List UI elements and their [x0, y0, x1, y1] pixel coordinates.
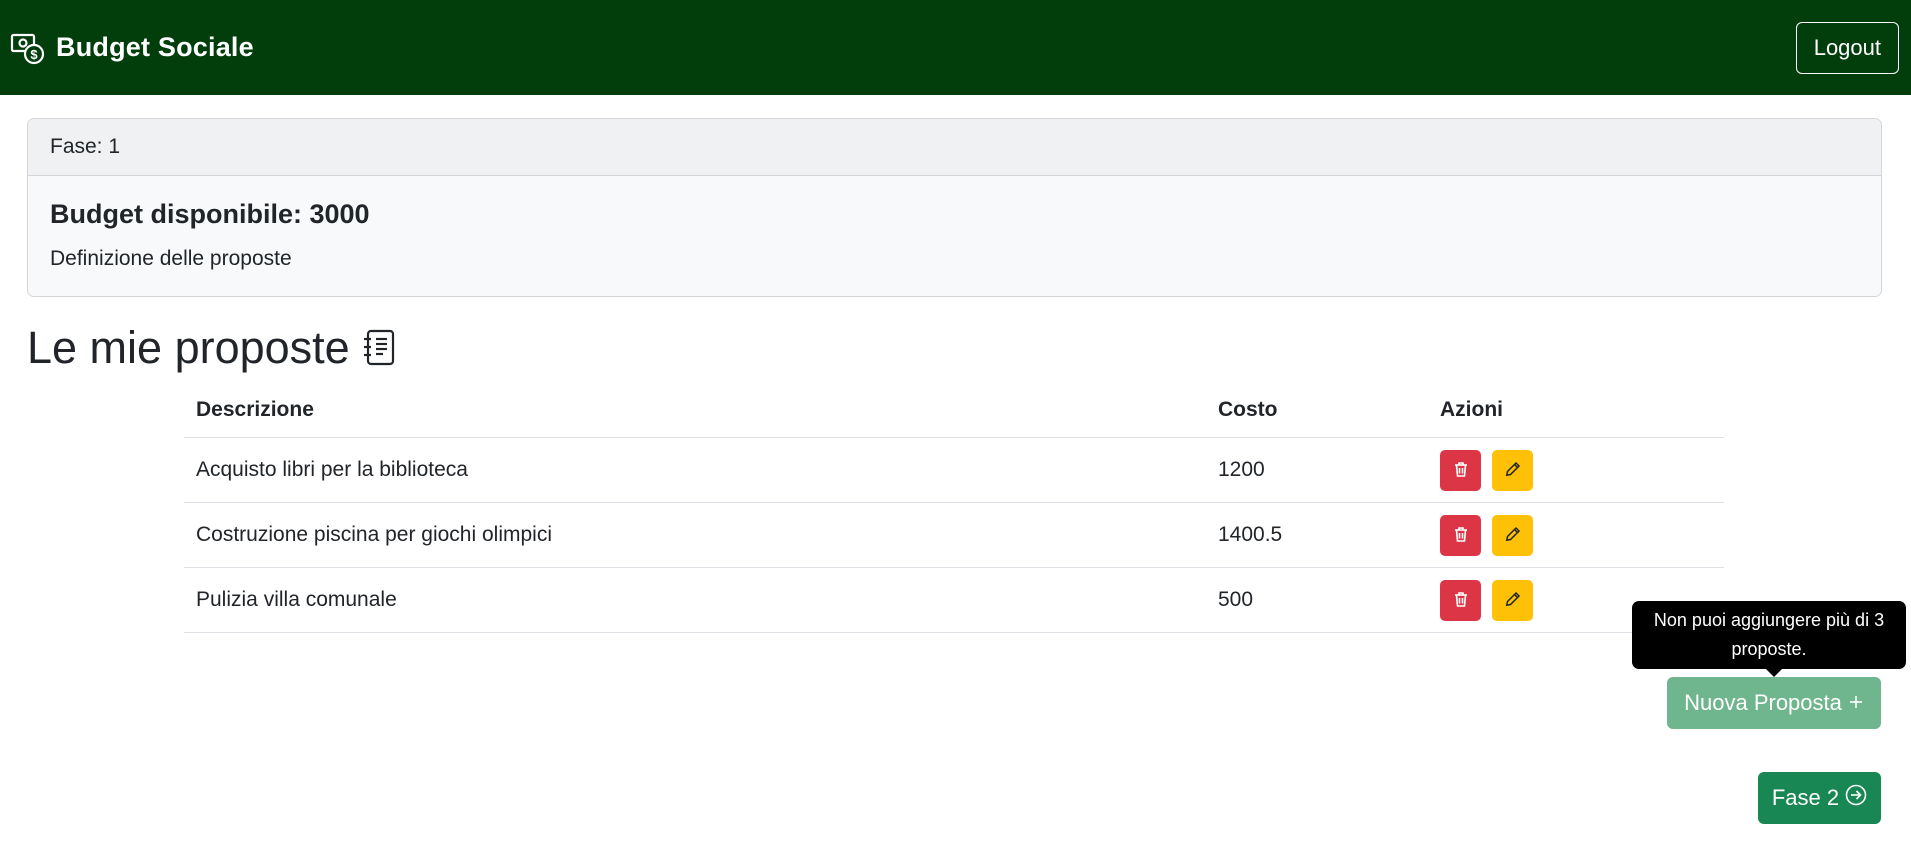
table-row: Pulizia villa comunale 500	[184, 567, 1724, 633]
pencil-icon	[1505, 591, 1521, 610]
pencil-icon	[1505, 461, 1521, 480]
proposal-description: Costruzione piscina per giochi olimpici	[184, 502, 1206, 568]
trash-icon	[1453, 461, 1469, 481]
delete-button[interactable]	[1440, 450, 1481, 491]
brand-name: Budget Sociale	[56, 32, 254, 62]
column-header-cost: Costo	[1206, 384, 1428, 438]
proposals-heading: Le mie proposte	[27, 322, 396, 374]
proposals-table: Descrizione Costo Azioni Acquisto libri …	[184, 384, 1724, 633]
svg-text:$: $	[30, 47, 38, 62]
trash-icon	[1453, 591, 1469, 611]
column-header-actions: Azioni	[1428, 384, 1724, 438]
arrow-right-circle-icon	[1845, 784, 1867, 812]
top-navbar: $ Budget Sociale Logout	[0, 0, 1911, 95]
edit-button[interactable]	[1492, 450, 1533, 491]
phase-description: Definizione delle proposte	[50, 247, 292, 270]
budget-title: Budget disponibile: 3000	[50, 199, 370, 229]
edit-button[interactable]	[1492, 580, 1533, 621]
edit-button[interactable]	[1492, 515, 1533, 556]
pencil-icon	[1505, 526, 1521, 545]
table-header-row: Descrizione Costo Azioni	[184, 384, 1724, 438]
tooltip-line-1: Non puoi aggiungere più di 3	[1653, 610, 1885, 630]
table-row: Costruzione piscina per giochi olimpici …	[184, 502, 1724, 568]
delete-button[interactable]	[1440, 515, 1481, 556]
trash-icon	[1453, 526, 1469, 546]
proposal-cost: 1400.5	[1206, 502, 1428, 568]
next-phase-button[interactable]: Fase 2	[1758, 772, 1881, 824]
phase-label: Fase:	[50, 135, 103, 158]
proposal-cost: 1200	[1206, 437, 1428, 503]
brand[interactable]: $ Budget Sociale	[10, 30, 254, 66]
proposals-title: Le mie proposte	[27, 322, 350, 373]
journal-text-icon	[362, 329, 396, 367]
new-proposal-button[interactable]: Nuova Proposta	[1667, 677, 1881, 729]
proposal-actions	[1428, 502, 1724, 568]
proposal-description: Pulizia villa comunale	[184, 567, 1206, 633]
proposal-cost: 500	[1206, 567, 1428, 633]
tooltip-arrow	[1766, 669, 1782, 677]
next-phase-label: Fase 2	[1771, 785, 1840, 810]
new-proposal-label: Nuova Proposta	[1684, 690, 1842, 715]
phase-card: Fase: 1 Budget disponibile: 3000 Definiz…	[27, 118, 1882, 297]
table-row: Acquisto libri per la biblioteca 1200	[184, 437, 1724, 503]
column-header-description: Descrizione	[184, 384, 1206, 438]
delete-button[interactable]	[1440, 580, 1481, 621]
cash-coin-icon: $	[10, 30, 46, 66]
logout-button[interactable]: Logout	[1795, 21, 1899, 74]
plus-icon	[1848, 690, 1864, 716]
phase-card-header: Fase: 1	[28, 119, 1881, 176]
proposal-actions	[1428, 437, 1724, 503]
max-proposals-tooltip: Non puoi aggiungere più di 3 proposte.	[1632, 601, 1906, 669]
phase-number: 1	[108, 135, 121, 158]
tooltip-line-2: proposte.	[1731, 639, 1807, 659]
proposal-description: Acquisto libri per la biblioteca	[184, 437, 1206, 503]
